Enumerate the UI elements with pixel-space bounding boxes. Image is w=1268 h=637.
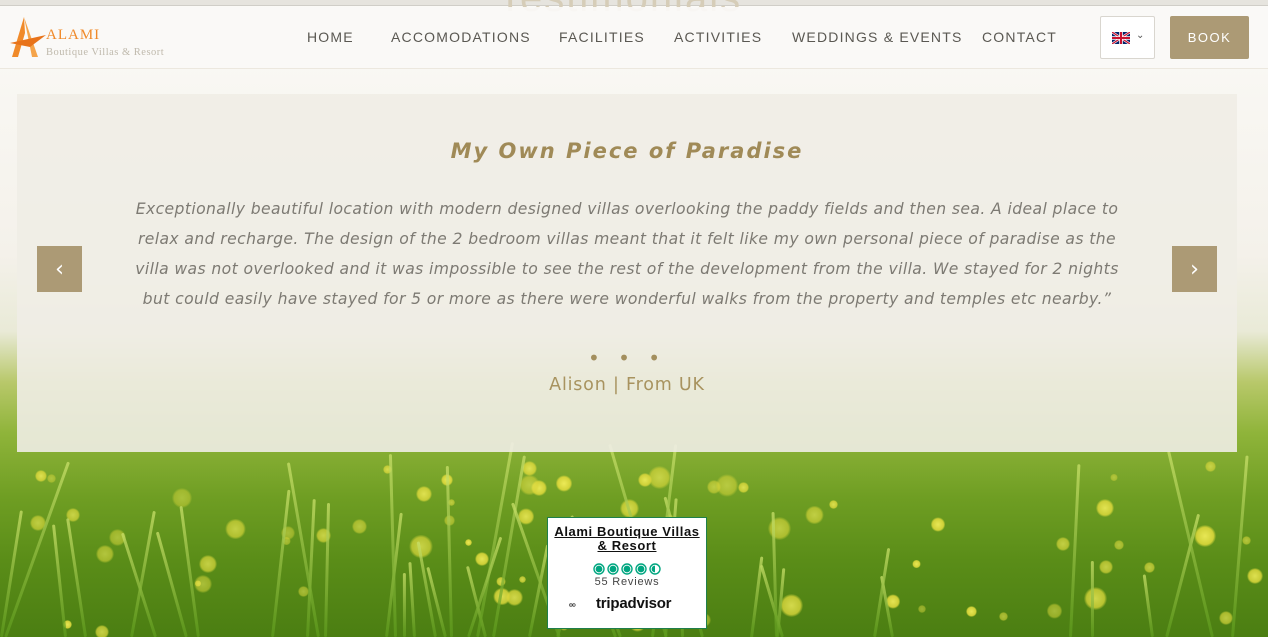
tripadvisor-logo[interactable]: tripadvisor: [596, 595, 672, 612]
grass-blade: [446, 466, 454, 637]
bokeh-dot: [34, 470, 47, 483]
bokeh-dot: [1095, 499, 1114, 517]
grass-blade: [271, 489, 291, 637]
bokeh-dot: [828, 499, 838, 509]
bokeh-dot: [999, 612, 1008, 621]
grass-blade: [52, 524, 68, 637]
site-header: ALAMI Boutique Villas & Resort HOME ACCO…: [0, 7, 1268, 69]
carousel-prev-button[interactable]: ‹: [37, 246, 82, 292]
chevron-right-icon: ›: [1190, 256, 1199, 282]
grass-blade: [408, 561, 417, 637]
bokeh-dot: [1247, 567, 1264, 584]
bokeh-dot: [912, 560, 921, 569]
grass-blade: [66, 518, 87, 637]
nav-item-home[interactable]: HOME: [307, 29, 354, 45]
bokeh-dot: [1113, 540, 1125, 551]
bokeh-dot: [475, 551, 490, 566]
bokeh-dot: [522, 461, 538, 477]
bokeh-dot: [47, 473, 57, 483]
language-selector[interactable]: ⌄: [1100, 16, 1155, 59]
bokeh-dot: [1218, 610, 1233, 625]
bokeh-dot: [519, 575, 527, 583]
bokeh-dot: [1205, 461, 1216, 472]
bokeh-dot: [917, 604, 927, 613]
logo-mark-icon: [10, 17, 46, 57]
grass-blade: [1164, 513, 1201, 637]
bokeh-dot: [1084, 587, 1107, 610]
testimonial-title: My Own Piece of Paradise: [450, 139, 804, 163]
bokeh-dot: [351, 518, 368, 535]
bokeh-dot: [1110, 474, 1118, 482]
nav-item-weddings-events[interactable]: WEDDINGS & EVENTS: [792, 29, 963, 45]
tripadvisor-owl-icon: [569, 603, 576, 607]
bokeh-dot: [96, 544, 115, 563]
book-button[interactable]: BOOK: [1170, 16, 1249, 59]
chevron-down-icon: ⌄: [1136, 30, 1145, 41]
bokeh-dot: [648, 465, 672, 490]
bokeh-dot: [194, 575, 213, 593]
site-logo[interactable]: ALAMI Boutique Villas & Resort: [8, 13, 178, 63]
bokeh-dot: [172, 487, 193, 509]
testimonial-body: Exceptionally beautiful location with mo…: [135, 200, 1119, 308]
bokeh-dot: [555, 475, 573, 492]
rating-bubbles-icon: [593, 563, 661, 575]
bokeh-dot: [1099, 559, 1114, 575]
grass-blade: [1231, 455, 1250, 637]
bokeh-dot: [716, 474, 739, 497]
bokeh-dot: [1241, 535, 1251, 545]
grass-blade: [1068, 464, 1081, 637]
carousel-next-button[interactable]: ›: [1172, 246, 1217, 292]
logo-name: ALAMI: [46, 27, 101, 43]
grass-blade: [403, 572, 407, 637]
bokeh-dot: [464, 539, 472, 547]
bokeh-dot: [930, 517, 946, 532]
uk-flag-icon: [1112, 32, 1130, 44]
bokeh-dot: [965, 605, 977, 617]
bokeh-dot: [1056, 536, 1071, 551]
testimonial-divider: • • •: [587, 346, 667, 370]
chevron-left-icon: ‹: [55, 256, 64, 282]
nav-item-activities[interactable]: ACTIVITIES: [674, 29, 762, 45]
bokeh-dot: [519, 474, 540, 496]
bokeh-dot: [95, 625, 109, 637]
grass-blade: [179, 505, 201, 637]
testimonial-panel: My Own Piece of Paradise Exceptionally b…: [17, 94, 1237, 452]
nav-item-accomodations[interactable]: ACCOMODATIONS: [391, 29, 531, 45]
rating-bubble-fill: [623, 565, 631, 573]
nav-item-facilities[interactable]: FACILITIES: [559, 29, 645, 45]
bokeh-dot: [1194, 524, 1217, 547]
bokeh-dot: [1143, 561, 1156, 574]
grass-blade: [286, 462, 320, 637]
grass-blade: [1090, 560, 1094, 637]
nav-item-contact[interactable]: CONTACT: [982, 29, 1057, 45]
bokeh-dot: [224, 518, 246, 540]
grass-blade: [1142, 574, 1155, 637]
bokeh-dot: [780, 594, 803, 617]
tripadvisor-widget[interactable]: Alami Boutique Villas & Resort 55 Review…: [547, 517, 707, 629]
bokeh-dot: [199, 555, 218, 574]
rating-bubble-fill: [595, 565, 603, 573]
grass-blade: [323, 502, 330, 637]
tripadvisor-review-count[interactable]: 55 Reviews: [548, 576, 706, 588]
grass-blade: [156, 531, 189, 637]
tripadvisor-hotel-name[interactable]: Alami Boutique Villas & Resort: [548, 525, 706, 553]
logo-tagline: Boutique Villas & Resort: [46, 47, 165, 58]
grass-blade: [750, 555, 764, 637]
bokeh-dot: [416, 486, 433, 502]
bokeh-dot: [737, 482, 749, 494]
rating-bubble-fill: [637, 565, 645, 573]
rating-bubble-fill: [609, 565, 617, 573]
bokeh-dot: [1046, 603, 1063, 619]
bokeh-dot: [805, 505, 825, 525]
testimonial-author: Alison | From UK: [549, 375, 705, 395]
